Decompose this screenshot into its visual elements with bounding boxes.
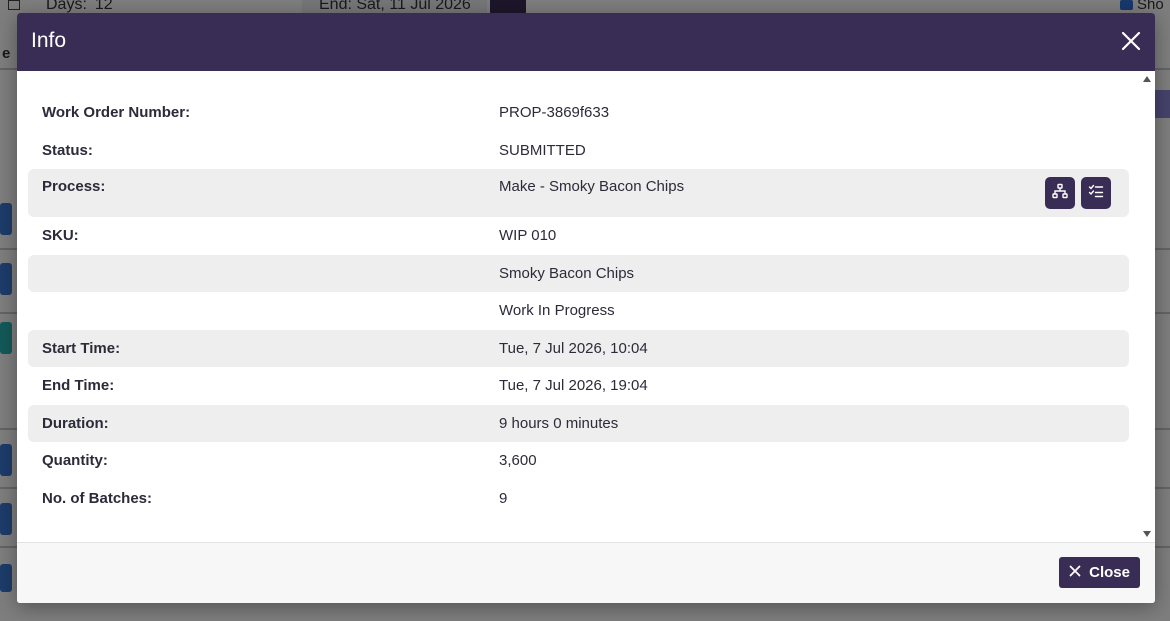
field-value: SUBMITTED (499, 141, 586, 159)
scroll-up-arrow-icon[interactable] (1143, 76, 1151, 82)
row-start-time: Start Time: Tue, 7 Jul 2026, 10:04 (28, 329, 1129, 367)
field-value: Make - Smoky Bacon Chips (499, 178, 685, 195)
info-list: Work Order Number: PROP-3869f633 Status:… (28, 94, 1129, 517)
modal-title: Info (31, 29, 67, 52)
field-label: SKU: (42, 227, 79, 244)
field-value: Tue, 7 Jul 2026, 10:04 (499, 339, 648, 357)
field-label: Quantity: (42, 452, 108, 469)
field-label: Duration: (42, 414, 109, 432)
process-checklist-button[interactable] (1081, 177, 1111, 209)
close-button[interactable]: Close (1059, 557, 1140, 588)
row-end-time: End Time: Tue, 7 Jul 2026, 19:04 (28, 367, 1129, 405)
row-status: Status: SUBMITTED (28, 132, 1129, 170)
row-process: Process: Make - Smoky Bacon Chips (28, 169, 1129, 217)
close-icon (1069, 564, 1081, 581)
info-modal: Info Work Order Number: PROP-3869f633 St… (17, 13, 1155, 603)
field-value: Tue, 7 Jul 2026, 19:04 (499, 377, 648, 394)
field-value: PROP-3869f633 (499, 104, 610, 121)
field-value: WIP 010 (499, 227, 557, 244)
row-batches: No. of Batches: 9 (28, 480, 1129, 518)
field-value: 3,600 (499, 452, 537, 469)
scroll-down-arrow-icon[interactable] (1143, 531, 1151, 537)
field-label: Status: (42, 141, 93, 159)
row-sku: SKU: WIP 010 (28, 217, 1129, 255)
process-tree-button[interactable] (1045, 177, 1075, 209)
field-value: 9 (499, 489, 508, 507)
field-value: Work In Progress (499, 302, 615, 319)
close-icon[interactable] (1121, 31, 1141, 51)
field-label: End Time: (42, 377, 115, 394)
row-duration: Duration: 9 hours 0 minutes (28, 404, 1129, 442)
sitemap-icon (1052, 183, 1068, 203)
close-button-label: Close (1089, 564, 1130, 581)
row-sku-name: Smoky Bacon Chips (28, 254, 1129, 292)
field-label: No. of Batches: (42, 489, 153, 507)
modal-footer: Close (17, 542, 1155, 603)
field-label: Start Time: (42, 339, 121, 357)
row-sku-type: Work In Progress (28, 292, 1129, 330)
field-value: 9 hours 0 minutes (499, 414, 619, 432)
row-quantity: Quantity: 3,600 (28, 442, 1129, 480)
field-label: Process: (42, 178, 106, 195)
field-label: Work Order Number: (42, 104, 191, 121)
field-value: Smoky Bacon Chips (499, 264, 635, 282)
modal-header: Info (17, 13, 1155, 71)
row-work-order-number: Work Order Number: PROP-3869f633 (28, 94, 1129, 132)
modal-body: Work Order Number: PROP-3869f633 Status:… (17, 71, 1155, 542)
checklist-icon (1088, 183, 1104, 203)
